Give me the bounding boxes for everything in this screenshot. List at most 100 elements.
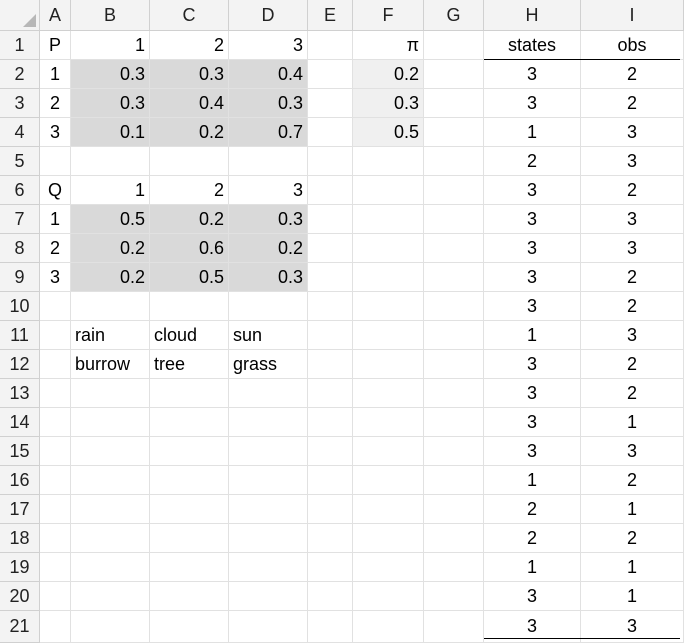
cell-g20[interactable] [424, 582, 484, 611]
column-header-b[interactable]: B [71, 0, 150, 31]
cell-e2[interactable] [308, 60, 353, 89]
cell-g12[interactable] [424, 350, 484, 379]
cell-h10[interactable]: 3 [484, 292, 581, 321]
cell-g3[interactable] [424, 89, 484, 118]
cell-c5[interactable] [150, 147, 229, 176]
cell-e21[interactable] [308, 611, 353, 643]
cell-a13[interactable] [40, 379, 71, 408]
cell-h3[interactable]: 3 [484, 89, 581, 118]
cell-e4[interactable] [308, 118, 353, 147]
cell-d5[interactable] [229, 147, 308, 176]
cell-h7[interactable]: 3 [484, 205, 581, 234]
cell-d12[interactable]: grass [229, 350, 308, 379]
cell-d18[interactable] [229, 524, 308, 553]
row-header-11[interactable]: 11 [0, 321, 40, 350]
cell-a3[interactable]: 2 [40, 89, 71, 118]
cell-d4[interactable]: 0.7 [229, 118, 308, 147]
cell-i19[interactable]: 1 [581, 553, 684, 582]
cell-g15[interactable] [424, 437, 484, 466]
cell-h9[interactable]: 3 [484, 263, 581, 292]
cell-a5[interactable] [40, 147, 71, 176]
cell-b5[interactable] [71, 147, 150, 176]
cell-a16[interactable] [40, 466, 71, 495]
row-header-21[interactable]: 21 [0, 611, 40, 643]
cell-g9[interactable] [424, 263, 484, 292]
cell-b21[interactable] [71, 611, 150, 643]
cell-i13[interactable]: 2 [581, 379, 684, 408]
cell-e1[interactable] [308, 31, 353, 60]
cell-a1[interactable]: P [40, 31, 71, 60]
row-header-19[interactable]: 19 [0, 553, 40, 582]
cell-d8[interactable]: 0.2 [229, 234, 308, 263]
cell-h4[interactable]: 1 [484, 118, 581, 147]
cell-e18[interactable] [308, 524, 353, 553]
cell-g14[interactable] [424, 408, 484, 437]
cell-h6[interactable]: 3 [484, 176, 581, 205]
cell-f16[interactable] [353, 466, 424, 495]
cell-b19[interactable] [71, 553, 150, 582]
cell-g16[interactable] [424, 466, 484, 495]
cell-a14[interactable] [40, 408, 71, 437]
cell-f8[interactable] [353, 234, 424, 263]
cell-h18[interactable]: 2 [484, 524, 581, 553]
cell-g13[interactable] [424, 379, 484, 408]
cell-b9[interactable]: 0.2 [71, 263, 150, 292]
cell-c7[interactable]: 0.2 [150, 205, 229, 234]
cell-b4[interactable]: 0.1 [71, 118, 150, 147]
cell-d16[interactable] [229, 466, 308, 495]
cell-e7[interactable] [308, 205, 353, 234]
cell-f7[interactable] [353, 205, 424, 234]
cell-f5[interactable] [353, 147, 424, 176]
cell-i17[interactable]: 1 [581, 495, 684, 524]
cell-i4[interactable]: 3 [581, 118, 684, 147]
cell-h14[interactable]: 3 [484, 408, 581, 437]
cell-f1[interactable]: π [353, 31, 424, 60]
cell-g18[interactable] [424, 524, 484, 553]
cell-a15[interactable] [40, 437, 71, 466]
cell-f21[interactable] [353, 611, 424, 643]
cell-c3[interactable]: 0.4 [150, 89, 229, 118]
cell-c2[interactable]: 0.3 [150, 60, 229, 89]
cell-b13[interactable] [71, 379, 150, 408]
cell-e13[interactable] [308, 379, 353, 408]
cell-a11[interactable] [40, 321, 71, 350]
column-header-i[interactable]: I [581, 0, 684, 31]
cell-f6[interactable] [353, 176, 424, 205]
cell-c10[interactable] [150, 292, 229, 321]
cell-c19[interactable] [150, 553, 229, 582]
column-header-h[interactable]: H [484, 0, 581, 31]
cell-d21[interactable] [229, 611, 308, 643]
cell-i5[interactable]: 3 [581, 147, 684, 176]
cell-h12[interactable]: 3 [484, 350, 581, 379]
cell-a2[interactable]: 1 [40, 60, 71, 89]
cell-f9[interactable] [353, 263, 424, 292]
cell-h1[interactable]: states [484, 31, 581, 60]
column-header-e[interactable]: E [308, 0, 353, 31]
cell-b2[interactable]: 0.3 [71, 60, 150, 89]
cell-d9[interactable]: 0.3 [229, 263, 308, 292]
row-header-9[interactable]: 9 [0, 263, 40, 292]
cell-b11[interactable]: rain [71, 321, 150, 350]
cell-e16[interactable] [308, 466, 353, 495]
cell-h13[interactable]: 3 [484, 379, 581, 408]
row-header-8[interactable]: 8 [0, 234, 40, 263]
cell-g10[interactable] [424, 292, 484, 321]
cell-a20[interactable] [40, 582, 71, 611]
cell-f4[interactable]: 0.5 [353, 118, 424, 147]
cell-g8[interactable] [424, 234, 484, 263]
cell-c12[interactable]: tree [150, 350, 229, 379]
cell-b6[interactable]: 1 [71, 176, 150, 205]
cell-i1[interactable]: obs [581, 31, 684, 60]
cell-f18[interactable] [353, 524, 424, 553]
cell-i15[interactable]: 3 [581, 437, 684, 466]
cell-g17[interactable] [424, 495, 484, 524]
row-header-6[interactable]: 6 [0, 176, 40, 205]
cell-e9[interactable] [308, 263, 353, 292]
cell-a18[interactable] [40, 524, 71, 553]
cell-b1[interactable]: 1 [71, 31, 150, 60]
cell-f13[interactable] [353, 379, 424, 408]
row-header-15[interactable]: 15 [0, 437, 40, 466]
cell-i7[interactable]: 3 [581, 205, 684, 234]
cell-b20[interactable] [71, 582, 150, 611]
column-header-d[interactable]: D [229, 0, 308, 31]
